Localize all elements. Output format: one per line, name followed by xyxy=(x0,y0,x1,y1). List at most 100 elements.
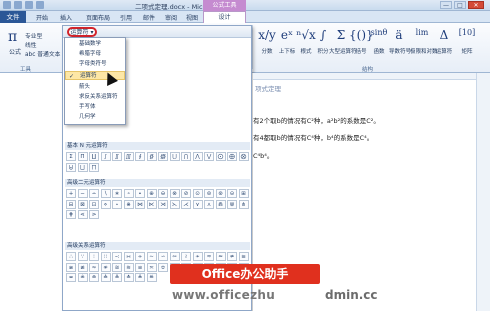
symbol-cell[interactable]: ⋖ xyxy=(77,210,88,219)
menu-item-arrows[interactable]: 箭头 xyxy=(65,83,125,92)
tab-design[interactable]: 设计 xyxy=(203,11,246,23)
symbol-cell[interactable]: ≆ xyxy=(66,262,76,272)
equation-pi-icon[interactable]: π xyxy=(8,29,17,45)
undo-icon[interactable] xyxy=(25,1,33,9)
save-icon[interactable] xyxy=(14,1,22,9)
symbol-cell[interactable]: ⋉ xyxy=(146,199,157,209)
minimize-button[interactable]: — xyxy=(440,1,452,9)
linear-format-button[interactable]: 线性 xyxy=(25,40,37,49)
symbol-cell[interactable]: ≚ xyxy=(112,273,122,282)
symbol-cell[interactable]: ∯ xyxy=(146,152,157,161)
symbol-cell[interactable]: ⋒ xyxy=(215,199,226,209)
tab-references[interactable]: 引用 xyxy=(120,13,132,22)
symbol-cell[interactable]: ≙ xyxy=(100,273,111,282)
normal-text-button[interactable]: abc 普通文本 xyxy=(25,49,60,58)
symbol-cell[interactable]: ⋊ xyxy=(158,199,168,209)
symbol-cell[interactable]: ∘ xyxy=(123,189,134,198)
close-button[interactable]: ✕ xyxy=(468,1,484,9)
tab-view[interactable]: 视图 xyxy=(186,13,198,22)
symbol-cell[interactable]: ⨄ xyxy=(66,162,76,172)
tab-file[interactable]: 文件 xyxy=(0,11,26,23)
symbol-cell[interactable]: ≊ xyxy=(112,262,122,272)
menu-item-scripts[interactable]: 手写体 xyxy=(65,103,125,112)
symbol-cell[interactable]: ⊗ xyxy=(169,189,180,198)
symbol-cell[interactable]: ∖ xyxy=(100,189,111,198)
accent-icon[interactable]: ä xyxy=(388,28,410,42)
symbol-cell[interactable]: ≇ xyxy=(77,262,88,272)
operator-label[interactable]: 运算符 xyxy=(432,47,456,55)
symbol-cell[interactable]: ∾ xyxy=(169,252,180,261)
symbol-cell[interactable]: Σ xyxy=(66,152,76,161)
symbol-cell[interactable]: ⋄ xyxy=(100,199,111,209)
symbol-cell[interactable]: ≉ xyxy=(100,262,111,272)
symbol-cell[interactable]: ⊝ xyxy=(227,189,237,198)
matrix-icon[interactable]: [10] xyxy=(456,28,478,37)
tab-mailings[interactable]: 邮件 xyxy=(143,13,155,22)
menu-item-basic-math[interactable]: 基础数学 xyxy=(65,40,125,49)
operator-icon[interactable]: Δ xyxy=(433,28,455,42)
symbol-cell[interactable]: ∮ xyxy=(135,152,145,161)
symbol-cell[interactable]: ∹ xyxy=(112,252,122,261)
symbol-cell[interactable]: ⨅ xyxy=(89,162,99,172)
symbol-cell[interactable]: ⊚ xyxy=(204,189,214,198)
tab-review[interactable]: 审阅 xyxy=(165,13,177,22)
symbol-cell[interactable]: ⊘ xyxy=(181,189,191,198)
limit-log-icon[interactable]: lim xyxy=(411,28,433,37)
fraction-icon[interactable]: x/y xyxy=(256,28,278,42)
symbol-cell[interactable]: ≜ xyxy=(135,273,145,282)
symbol-cell[interactable]: ⋀ xyxy=(192,152,203,161)
symbol-cell[interactable]: ⋎ xyxy=(192,199,203,209)
symbol-cell[interactable]: ⋔ xyxy=(238,199,249,209)
accent-label[interactable]: 导数符号 xyxy=(388,47,412,55)
symbol-cell[interactable]: ⋈ xyxy=(135,199,145,209)
symbol-cell[interactable]: ≛ xyxy=(123,273,134,282)
symbol-cell[interactable]: ≃ xyxy=(215,252,226,261)
symbol-cell[interactable]: ∫ xyxy=(100,152,111,161)
tab-home[interactable]: 开始 xyxy=(36,13,48,22)
matrix-label[interactable]: 矩阵 xyxy=(455,47,479,55)
symbol-cell[interactable]: ⊙ xyxy=(192,189,203,198)
symbol-cell[interactable]: ⨀ xyxy=(215,152,226,161)
symbol-cell[interactable]: ⊠ xyxy=(77,199,88,209)
symbol-cell[interactable]: ∵ xyxy=(77,252,88,261)
symbol-cell[interactable]: ∐ xyxy=(89,152,99,161)
symbol-cell[interactable]: ⊛ xyxy=(215,189,226,198)
symbol-cell[interactable]: ≀ xyxy=(181,252,191,261)
symbol-cell[interactable]: ≖ xyxy=(66,273,76,282)
symbol-cell[interactable]: ∬ xyxy=(112,152,122,161)
symbol-cell[interactable]: Π xyxy=(77,152,88,161)
symbol-cell[interactable]: ∙ xyxy=(135,189,145,198)
symbol-cell[interactable]: ⋇ xyxy=(123,199,134,209)
symbol-cell[interactable]: ⋋ xyxy=(169,199,180,209)
symbol-cell[interactable]: ∻ xyxy=(135,252,145,261)
symbol-cell[interactable]: ⋗ xyxy=(89,210,99,219)
symbol-cell[interactable]: − xyxy=(77,189,88,198)
menu-item-letterlike[interactable]: 字母类符号 xyxy=(65,60,125,69)
professional-format-button[interactable]: 专业型 xyxy=(25,31,42,40)
symbol-cell[interactable]: ∔ xyxy=(66,189,76,198)
symbol-cell[interactable]: ⊞ xyxy=(238,189,249,198)
symbol-cell[interactable]: ∴ xyxy=(66,252,76,261)
category-dropdown[interactable]: 运算符 ▾ xyxy=(67,27,97,37)
symbol-cell[interactable]: ⋆ xyxy=(112,199,122,209)
symbol-cell[interactable]: ≝ xyxy=(146,273,157,282)
equation-button-label[interactable]: 公式 xyxy=(9,47,21,56)
symbol-cell[interactable]: ⨂ xyxy=(238,152,249,161)
symbol-cell[interactable]: ≍ xyxy=(146,262,157,272)
symbol-cell[interactable]: ≄ xyxy=(227,252,237,261)
symbol-cell[interactable]: ≁ xyxy=(192,252,203,261)
symbol-cell[interactable]: ⋏ xyxy=(204,199,214,209)
symbol-cell[interactable]: ∽ xyxy=(158,252,168,261)
symbol-cell[interactable]: ⊖ xyxy=(158,189,168,198)
symbol-cell[interactable]: ⋃ xyxy=(169,152,180,161)
maximize-button[interactable]: □ xyxy=(454,1,466,9)
redo-icon[interactable] xyxy=(36,1,44,9)
symbol-cell[interactable]: ⋕ xyxy=(66,210,76,219)
symbol-cell[interactable]: ∰ xyxy=(158,152,168,161)
symbol-cell[interactable]: ⨁ xyxy=(227,152,237,161)
tab-insert[interactable]: 插入 xyxy=(60,13,72,22)
symbol-cell[interactable]: ∷ xyxy=(100,252,111,261)
symbol-cell[interactable]: ≗ xyxy=(77,273,88,282)
symbol-cell[interactable]: ≈ xyxy=(89,262,99,272)
symbol-cell[interactable]: ⨆ xyxy=(77,162,88,172)
